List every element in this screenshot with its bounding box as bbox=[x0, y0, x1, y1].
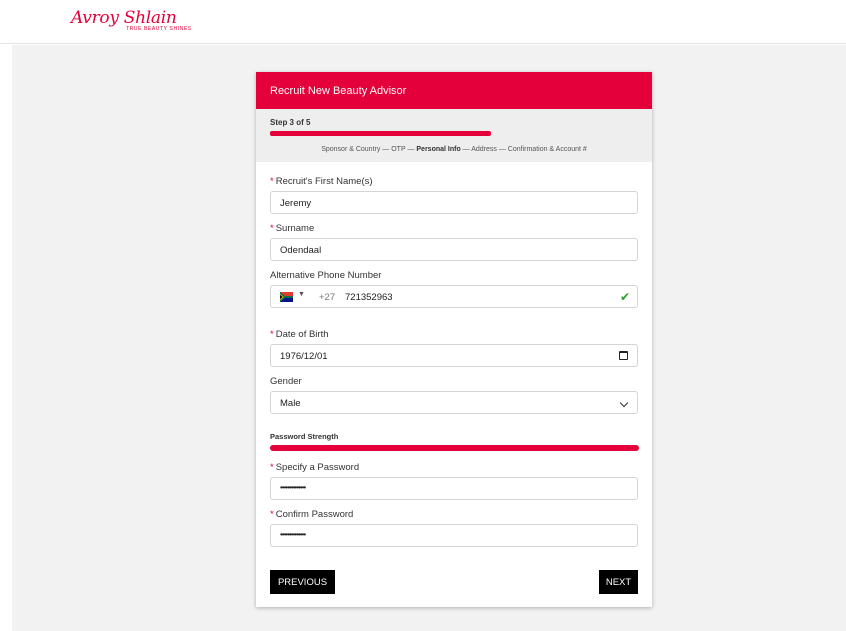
logo-wordmark: Avroy Shlain bbox=[71, 8, 177, 28]
password-strength-bar bbox=[270, 445, 639, 451]
step-progress-fill bbox=[270, 131, 491, 136]
next-button[interactable]: NEXT bbox=[599, 570, 638, 594]
gender-label: Gender bbox=[270, 376, 302, 387]
first-name-input[interactable]: Jeremy bbox=[270, 191, 638, 214]
confirm-password-input[interactable]: •••••••••••••• bbox=[270, 524, 638, 547]
recruit-form-card: Recruit New Beauty Advisor Step 3 of 5 S… bbox=[256, 72, 652, 607]
password-field: * Specify a Password •••••••••••••• bbox=[270, 462, 638, 500]
dob-label-text: Date of Birth bbox=[275, 329, 329, 340]
top-bar: Avroy Shlain TRUE BEAUTY SHINES bbox=[0, 0, 846, 44]
confirm-password-field: * Confirm Password •••••••••••••• bbox=[270, 509, 638, 547]
password-label-text: Specify a Password bbox=[275, 462, 360, 473]
calendar-icon[interactable] bbox=[619, 351, 628, 360]
gender-field: Gender Male bbox=[270, 376, 638, 414]
first-name-label: * Recruit's First Name(s) bbox=[270, 176, 638, 189]
alt-phone-label: Alternative Phone Number bbox=[270, 270, 382, 281]
required-marker: * bbox=[270, 223, 274, 234]
surname-input[interactable]: Odendaal bbox=[270, 238, 638, 261]
confirm-password-label-text: Confirm Password bbox=[275, 509, 354, 520]
steps-after: — Address — Confirmation & Account # bbox=[460, 146, 587, 153]
required-marker: * bbox=[270, 176, 274, 187]
south-africa-flag-icon[interactable] bbox=[280, 292, 293, 302]
password-strength-label: Password Strength bbox=[270, 432, 339, 441]
step-indicator: Step 3 of 5 Sponsor & Country — OTP — Pe… bbox=[256, 109, 652, 162]
surname-label-text: Surname bbox=[275, 223, 315, 234]
form-title: Recruit New Beauty Advisor bbox=[256, 72, 652, 109]
required-marker: * bbox=[270, 509, 274, 520]
gender-value: Male bbox=[280, 398, 301, 409]
steps-before: Sponsor & Country — OTP — bbox=[321, 146, 417, 153]
previous-button[interactable]: PREVIOUS bbox=[270, 570, 335, 594]
steps-breadcrumb: Sponsor & Country — OTP — Personal Info … bbox=[256, 146, 652, 153]
dob-value: 1976/12/01 bbox=[280, 351, 328, 362]
step-label: Step 3 of 5 bbox=[270, 118, 311, 127]
dob-input[interactable]: 1976/12/01 bbox=[270, 344, 638, 367]
logo-tagline: TRUE BEAUTY SHINES bbox=[126, 26, 192, 32]
confirm-password-label: * Confirm Password bbox=[270, 509, 638, 522]
chevron-down-icon[interactable] bbox=[619, 398, 629, 408]
alt-phone-value: 721352963 bbox=[345, 292, 393, 303]
dob-field: * Date of Birth 1976/12/01 bbox=[270, 329, 638, 367]
password-strength-fill bbox=[270, 445, 639, 451]
country-dropdown-caret-icon[interactable]: ▼ bbox=[298, 291, 305, 298]
first-name-label-text: Recruit's First Name(s) bbox=[275, 176, 373, 187]
surname-label: * Surname bbox=[270, 223, 638, 236]
required-marker: * bbox=[270, 329, 274, 340]
alt-phone-field: Alternative Phone Number ▼ +27 721352963… bbox=[270, 270, 638, 308]
password-input[interactable]: •••••••••••••• bbox=[270, 477, 638, 500]
gender-select[interactable]: Male bbox=[270, 391, 638, 414]
surname-field: * Surname Odendaal bbox=[270, 223, 638, 261]
alt-phone-input[interactable]: ▼ +27 721352963 ✔ bbox=[270, 285, 638, 308]
first-name-field: * Recruit's First Name(s) Jeremy bbox=[270, 176, 638, 214]
step-progress-bar bbox=[270, 131, 638, 136]
dial-code: +27 bbox=[319, 292, 336, 303]
password-label: * Specify a Password bbox=[270, 462, 638, 475]
required-marker: * bbox=[270, 462, 274, 473]
check-icon: ✔ bbox=[619, 290, 630, 304]
dob-label: * Date of Birth bbox=[270, 329, 638, 342]
current-step: Personal Info bbox=[416, 146, 461, 153]
avroy-shlain-logo[interactable]: Avroy Shlain TRUE BEAUTY SHINES bbox=[71, 9, 201, 35]
